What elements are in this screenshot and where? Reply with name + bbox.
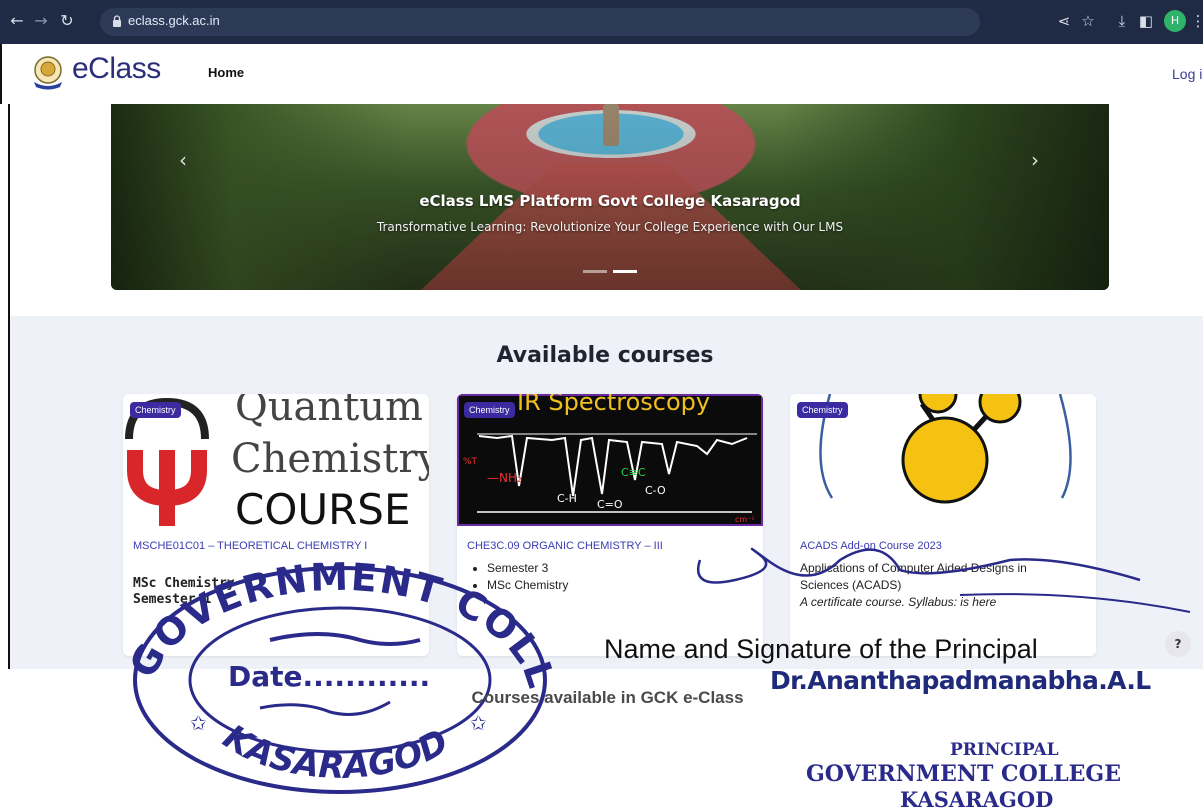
svg-text:KASARAGOD: KASARAGOD [216, 717, 455, 787]
svg-text:✩: ✩ [190, 711, 207, 735]
svg-text:GOVERNMENT COLLEGE: GOVERNMENT COLLEGE [0, 0, 564, 695]
seal-bottom-text: KASARAGOD [216, 717, 455, 787]
screenshot-caption: Courses available in GCK e-Class [471, 688, 744, 707]
principal-label: Name and Signature of the Principal [604, 634, 1038, 664]
stamp-line3: KASARAGOD [900, 787, 1053, 809]
svg-text:✩: ✩ [470, 711, 487, 735]
stamp-line1: PRINCIPAL [950, 740, 1059, 760]
stamp-line2: GOVERNMENT COLLEGE [806, 761, 1121, 787]
seal-top-text: GOVERNMENT COLLEGE [0, 0, 562, 695]
principal-office-stamp: PRINCIPAL GOVERNMENT COLLEGE KASARAGOD [806, 740, 1121, 809]
